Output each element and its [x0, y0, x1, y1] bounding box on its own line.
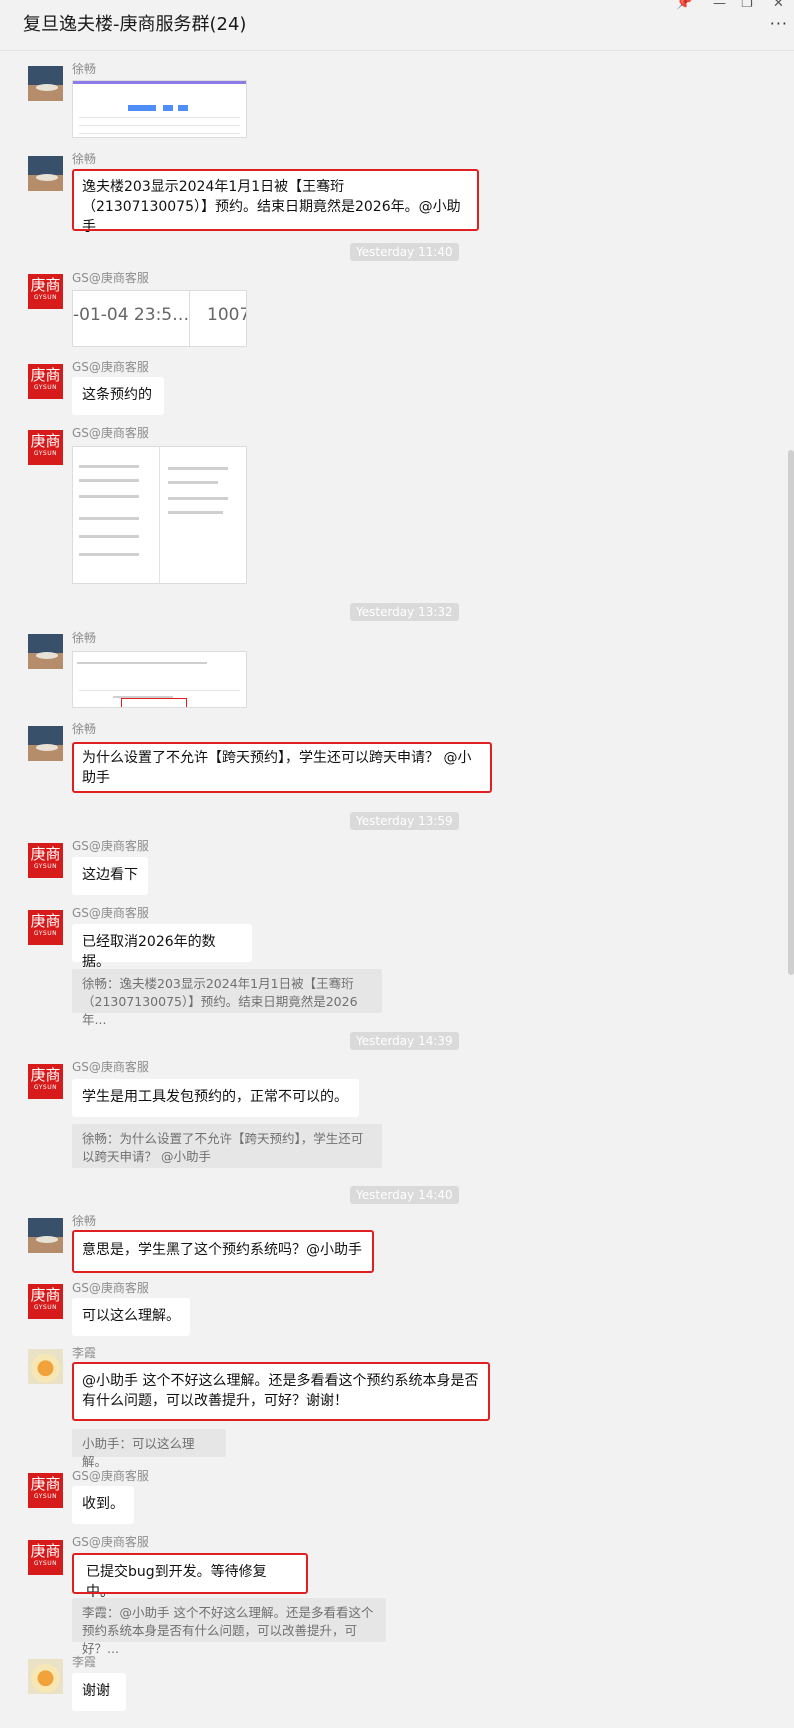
message-bubble: @小助手 这个不好这么理解。还是多看看这个预约系统本身是否有什么问题，可以改善提…	[72, 1362, 490, 1421]
avatar[interactable]: 庚商 GYSUN	[28, 1473, 63, 1508]
close-icon[interactable]: ✕	[773, 0, 784, 11]
avatar[interactable]: 庚商 GYSUN	[28, 910, 63, 945]
sender-name: 李霞	[72, 1655, 97, 1669]
message-bubble: 谢谢	[72, 1673, 126, 1711]
sender-name: GS@庚商客服	[72, 1060, 149, 1074]
message-bubble: 收到。	[72, 1486, 134, 1524]
timestamp: Yesterday 13:59	[350, 812, 459, 830]
timestamp: Yesterday 14:39	[350, 1032, 459, 1050]
sender-name: 徐畅	[72, 631, 97, 645]
message-bubble: 意思是，学生黑了这个预约系统吗？@小助手	[72, 1230, 374, 1273]
message-bubble: 可以这么理解。	[72, 1298, 190, 1336]
scrollbar[interactable]	[788, 450, 794, 975]
minimize-icon[interactable]: —	[713, 0, 726, 11]
sender-name: GS@庚商客服	[72, 1469, 149, 1483]
quoted-message[interactable]: 李霞：@小助手 这个不好这么理解。还是多看看这个预约系统本身是否有什么问题，可以…	[72, 1598, 386, 1656]
avatar[interactable]: 庚商 GYSUN	[28, 843, 63, 878]
more-icon[interactable]: ···	[770, 14, 788, 33]
message-bubble: 这边看下	[72, 857, 148, 895]
screenshot-image[interactable]	[72, 651, 247, 708]
avatar[interactable]	[28, 1659, 63, 1694]
sender-name: 徐畅	[72, 62, 97, 76]
avatar[interactable]: 庚商 GYSUN	[28, 1064, 63, 1099]
chat-title: 复旦逸夫楼-庚商服务群(24)	[23, 14, 247, 35]
timestamp: Yesterday 11:40	[350, 243, 459, 261]
screenshot-image[interactable]	[72, 446, 247, 584]
avatar[interactable]	[28, 66, 63, 101]
sender-name: GS@庚商客服	[72, 1281, 149, 1295]
restore-icon[interactable]: ❐	[741, 0, 753, 11]
message-bubble: 已经取消2026年的数据。	[72, 924, 252, 970]
sender-name: GS@庚商客服	[72, 839, 149, 853]
sender-name: GS@庚商客服	[72, 906, 149, 920]
message-bubble: 学生是用工具发包预约的，正常不可以的。	[72, 1079, 359, 1117]
avatar[interactable]	[28, 634, 63, 669]
sender-name: 徐畅	[72, 152, 97, 166]
quoted-message[interactable]: 徐畅：逸夫楼203显示2024年1月1日被【王骞珩（21307130075）】预…	[72, 969, 382, 1027]
avatar[interactable]	[28, 156, 63, 191]
chat-header: 复旦逸夫楼-庚商服务群(24) 📌 — ❐ ✕ ···	[0, 0, 794, 51]
sender-name: 李霞	[72, 1346, 97, 1360]
screenshot-image[interactable]	[72, 80, 247, 138]
avatar[interactable]: 庚商 GYSUN	[28, 1540, 63, 1575]
avatar[interactable]: 庚商 GYSUN	[28, 364, 63, 399]
avatar[interactable]	[28, 726, 63, 761]
avatar[interactable]	[28, 1218, 63, 1253]
avatar[interactable]: 庚商 GYSUN	[28, 1284, 63, 1319]
quoted-message[interactable]: 徐畅：为什么设置了不允许【跨天预约】，学生还可以跨天申请？ @小助手	[72, 1124, 382, 1168]
timestamp: Yesterday 14:40	[350, 1186, 459, 1204]
message-bubble: 已提交bug到开发。等待修复中。	[72, 1553, 308, 1600]
sender-name: 徐畅	[72, 1214, 97, 1228]
message-bubble: 这条预约的	[72, 377, 164, 415]
timestamp: Yesterday 13:32	[350, 603, 459, 621]
pin-icon[interactable]: 📌	[676, 0, 692, 11]
sender-name: 徐畅	[72, 722, 97, 736]
avatar[interactable]: 庚商 GYSUN	[28, 430, 63, 465]
screenshot-image[interactable]: -01-04 23:5… 1007	[72, 290, 247, 347]
message-bubble: 逸夫楼203显示2024年1月1日被【王骞珩（21307130075）】预约。结…	[72, 169, 479, 235]
avatar[interactable]: 庚商 GYSUN	[28, 274, 63, 309]
sender-name: GS@庚商客服	[72, 271, 149, 285]
quoted-message[interactable]: 小助手：可以这么理解。	[72, 1429, 226, 1469]
message-bubble: 为什么设置了不允许【跨天预约】，学生还可以跨天申请？ @小助手	[72, 742, 492, 793]
sender-name: GS@庚商客服	[72, 1535, 149, 1549]
sender-name: GS@庚商客服	[72, 426, 149, 440]
sender-name: GS@庚商客服	[72, 360, 149, 374]
avatar[interactable]	[28, 1349, 63, 1384]
